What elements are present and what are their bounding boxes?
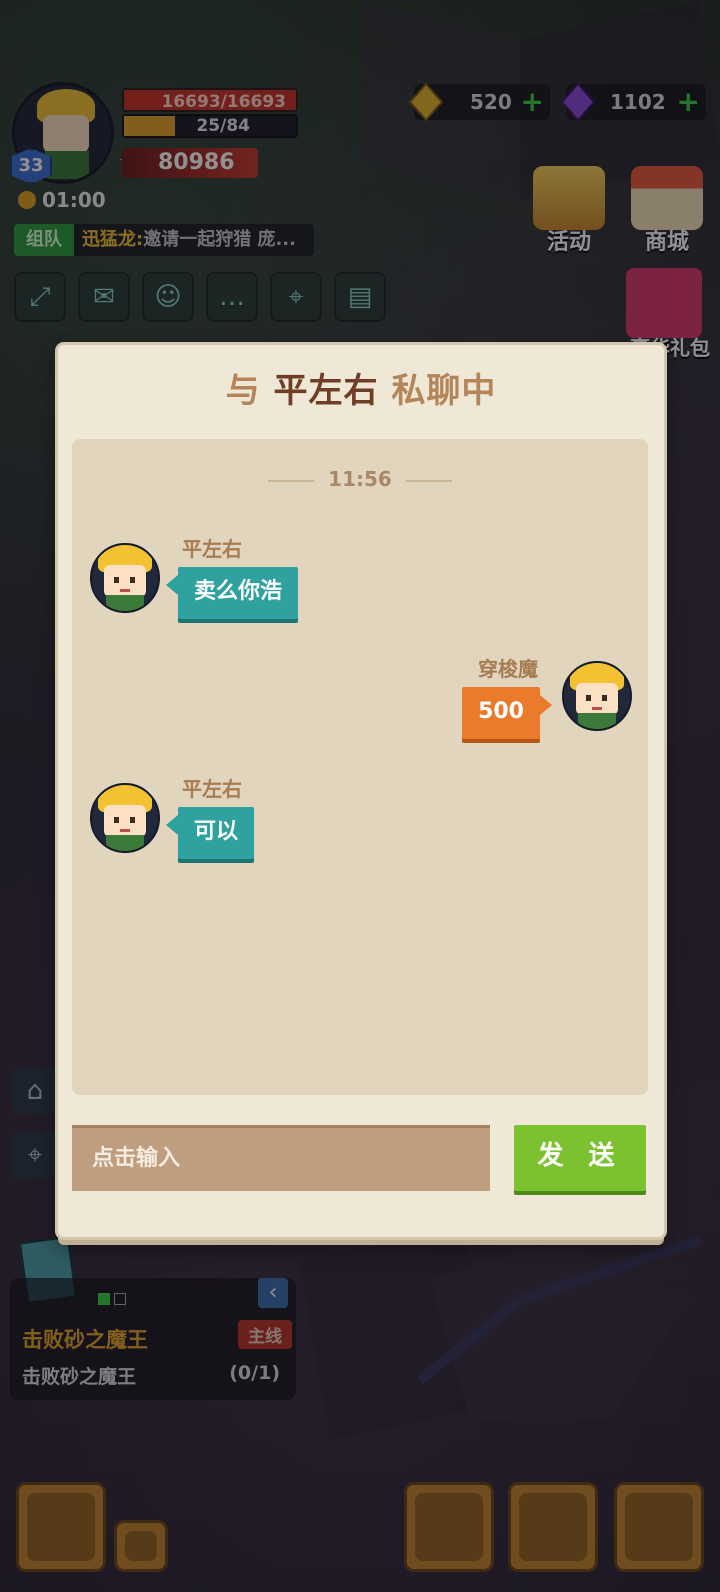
chat-input[interactable]: 点击输入 [72,1125,490,1191]
message-bubble[interactable]: 卖么你浩 [165,567,299,619]
message-sender: 平左右 [182,537,242,561]
title-suffix: 私聊中 [391,371,497,411]
avatar[interactable] [562,661,632,731]
avatar[interactable] [90,543,160,613]
chat-partner-name: 平左右 [273,371,379,411]
message-sender: 平左右 [182,777,242,801]
send-button[interactable]: 发 送 [514,1125,646,1191]
message-bubble[interactable]: 500 [462,687,552,739]
timestamp-text: 11:56 [328,467,392,491]
chat-message-area[interactable]: 11:56 平左右 卖么你浩 穿梭魔 500 平左右 可以 [72,439,648,1095]
title-prefix: 与 [225,371,261,411]
avatar[interactable] [90,783,160,853]
chat-timestamp: 11:56 [72,467,648,491]
dialog-title: 与 平左右 私聊中 [58,363,664,412]
private-chat-dialog: 与 平左右 私聊中 11:56 平左右 卖么你浩 穿梭魔 500 平左右 可以 [58,345,664,1237]
message-bubble[interactable]: 可以 [165,807,255,859]
message-sender: 穿梭魔 [478,657,538,681]
